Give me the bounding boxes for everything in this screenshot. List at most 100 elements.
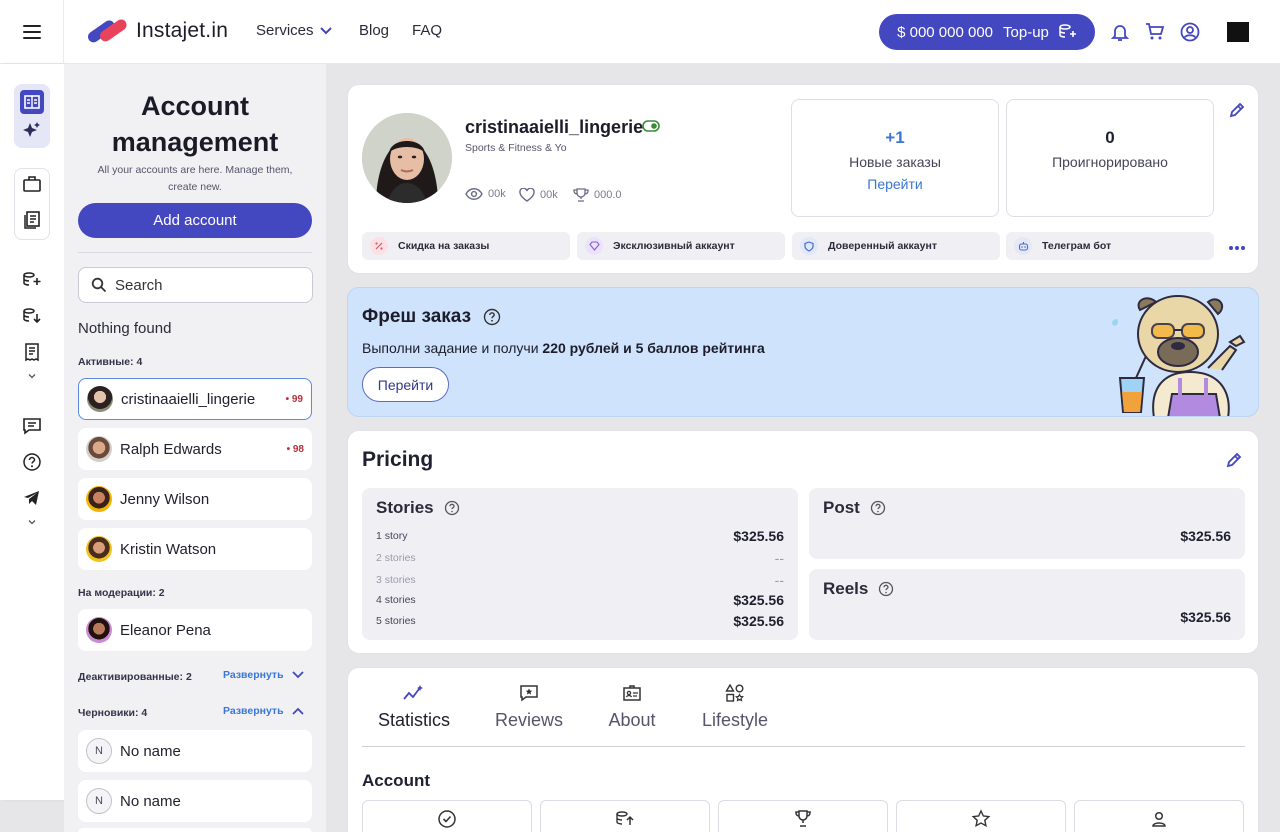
more-icon[interactable] [1228, 245, 1246, 251]
menu-icon[interactable] [0, 0, 64, 64]
chat-icon[interactable] [22, 416, 42, 436]
new-orders-box: +1 Новые заказы Перейти [791, 99, 999, 217]
list-item[interactable]: Eleanor Pena [78, 609, 312, 651]
rating-stat: 000.0 [573, 188, 622, 202]
tab-lifestyle[interactable]: Lifestyle [698, 684, 772, 731]
nav-blog[interactable]: Blog [359, 22, 389, 39]
coins-down-icon[interactable] [22, 306, 42, 326]
stat-card-rating[interactable] [718, 800, 888, 832]
list-item[interactable]: Kristin Watson [78, 528, 312, 570]
nothing-found-text: Nothing found [78, 320, 172, 337]
list-item[interactable]: N No name [78, 730, 312, 772]
shapes-icon [725, 684, 745, 702]
price-row: 3 stories -- [376, 572, 784, 588]
bell-icon[interactable] [1111, 22, 1131, 42]
pug-mascot-illustration [1096, 290, 1248, 416]
tab-about[interactable]: About [606, 684, 658, 731]
user-circle-icon[interactable] [1180, 22, 1200, 42]
promo-text-bold: 220 рублей и 5 баллов рейтинга [542, 340, 765, 356]
nav-faq[interactable]: FAQ [412, 22, 442, 39]
balance-topup-button[interactable]: $ 000 000 000 Top-up [879, 14, 1095, 50]
details-card: Statistics Reviews About Lifestyle Accou… [347, 667, 1259, 832]
coins-plus-icon[interactable] [22, 270, 42, 290]
price-value: $325.56 [733, 592, 784, 608]
review-icon [520, 685, 538, 702]
new-orders-label: Новые заказы [849, 154, 941, 170]
views-stat: 00k [465, 188, 506, 200]
chevron-up-icon [291, 707, 304, 715]
add-account-button[interactable]: Add account [78, 203, 312, 238]
price-row: $325.56 [823, 528, 1231, 544]
chip-telegram-bot[interactable]: Телеграм бот [1006, 232, 1214, 260]
help-icon[interactable] [483, 308, 501, 326]
sparkle-icon[interactable] [22, 120, 42, 140]
reels-price-box: Reels $325.56 [809, 569, 1245, 640]
list-item[interactable] [78, 828, 312, 832]
expand-drafts-button[interactable]: Развернуть [223, 705, 304, 717]
help-icon[interactable] [22, 452, 42, 472]
user-icon [1152, 811, 1166, 827]
stories-title-text: Stories [376, 498, 434, 517]
diamond-icon [585, 237, 603, 255]
divider [78, 252, 312, 253]
avatar [86, 436, 112, 462]
briefcase-icon[interactable] [22, 174, 42, 194]
balance-amount: $ 000 000 000 [897, 23, 994, 41]
ignored-value: 0 [1105, 128, 1115, 147]
reels-title-text: Reels [823, 579, 869, 598]
avatar [86, 486, 112, 512]
tab-statistics[interactable]: Statistics [376, 684, 452, 731]
telegram-icon[interactable] [22, 488, 42, 508]
profile-card: cristinaaielli_lingerie Sports & Fitness… [347, 84, 1259, 274]
price-label: 4 stories [376, 594, 416, 606]
account-name: No name [120, 792, 181, 810]
avatar [87, 386, 113, 412]
price-label: 3 stories [376, 574, 416, 586]
icon-rail [0, 64, 64, 800]
stat-card-verified[interactable] [362, 800, 532, 832]
list-item[interactable]: cristinaaielli_lingerie • 99 [78, 378, 312, 420]
search-box[interactable] [78, 267, 313, 303]
account-name: Jenny Wilson [120, 490, 210, 508]
accounts-table-icon[interactable] [22, 92, 42, 112]
count-badge: • 98 [286, 443, 304, 455]
price-row: 4 stories $325.56 [376, 592, 784, 608]
receipt-icon[interactable] [22, 342, 42, 362]
sidebar-subtitle: All your accounts are here. Manage them,… [97, 164, 293, 193]
logo[interactable]: Instajet.in [84, 16, 228, 46]
nav-services[interactable]: Services [256, 22, 332, 39]
initial-avatar: N [86, 788, 112, 814]
black-square-button[interactable] [1227, 22, 1249, 42]
cart-icon[interactable] [1145, 22, 1165, 42]
new-orders-link[interactable]: Перейти [792, 176, 998, 192]
chip-trusted[interactable]: Доверенный аккаунт [792, 232, 1000, 260]
promo-go-button[interactable]: Перейти [362, 367, 449, 402]
tab-reviews[interactable]: Reviews [494, 684, 564, 731]
edit-icon[interactable] [1228, 101, 1246, 119]
promo-text: Выполни задание и получи 220 рублей и 5 … [362, 340, 765, 356]
stat-card-followers[interactable] [1074, 800, 1244, 832]
help-icon[interactable] [870, 500, 886, 516]
toggle-icon[interactable] [642, 120, 660, 132]
post-price-box: Post $325.56 [809, 488, 1245, 559]
stat-card-stars[interactable] [896, 800, 1066, 832]
search-input[interactable] [115, 276, 295, 294]
chevron-down-icon[interactable] [26, 516, 38, 528]
documents-icon[interactable] [22, 210, 42, 230]
tab-label: Lifestyle [701, 710, 769, 730]
help-icon[interactable] [878, 581, 894, 597]
chip-exclusive[interactable]: Эксклюзивный аккаунт [577, 232, 785, 260]
edit-icon[interactable] [1225, 451, 1243, 469]
help-icon[interactable] [444, 500, 460, 516]
chevron-down-icon [291, 671, 304, 679]
chip-discount[interactable]: Скидка на заказы [362, 232, 570, 260]
list-item[interactable]: Ralph Edwards • 98 [78, 428, 312, 470]
chevron-down-icon[interactable] [26, 370, 38, 382]
tab-label: Statistics [377, 710, 451, 730]
list-item[interactable]: N No name [78, 780, 312, 822]
price-value: $325.56 [733, 528, 784, 544]
list-item[interactable]: Jenny Wilson [78, 478, 312, 520]
ignored-box: 0 Проигнорировано [1006, 99, 1214, 217]
expand-deactivated-button[interactable]: Развернуть [223, 669, 304, 681]
stat-card-balance[interactable] [540, 800, 710, 832]
